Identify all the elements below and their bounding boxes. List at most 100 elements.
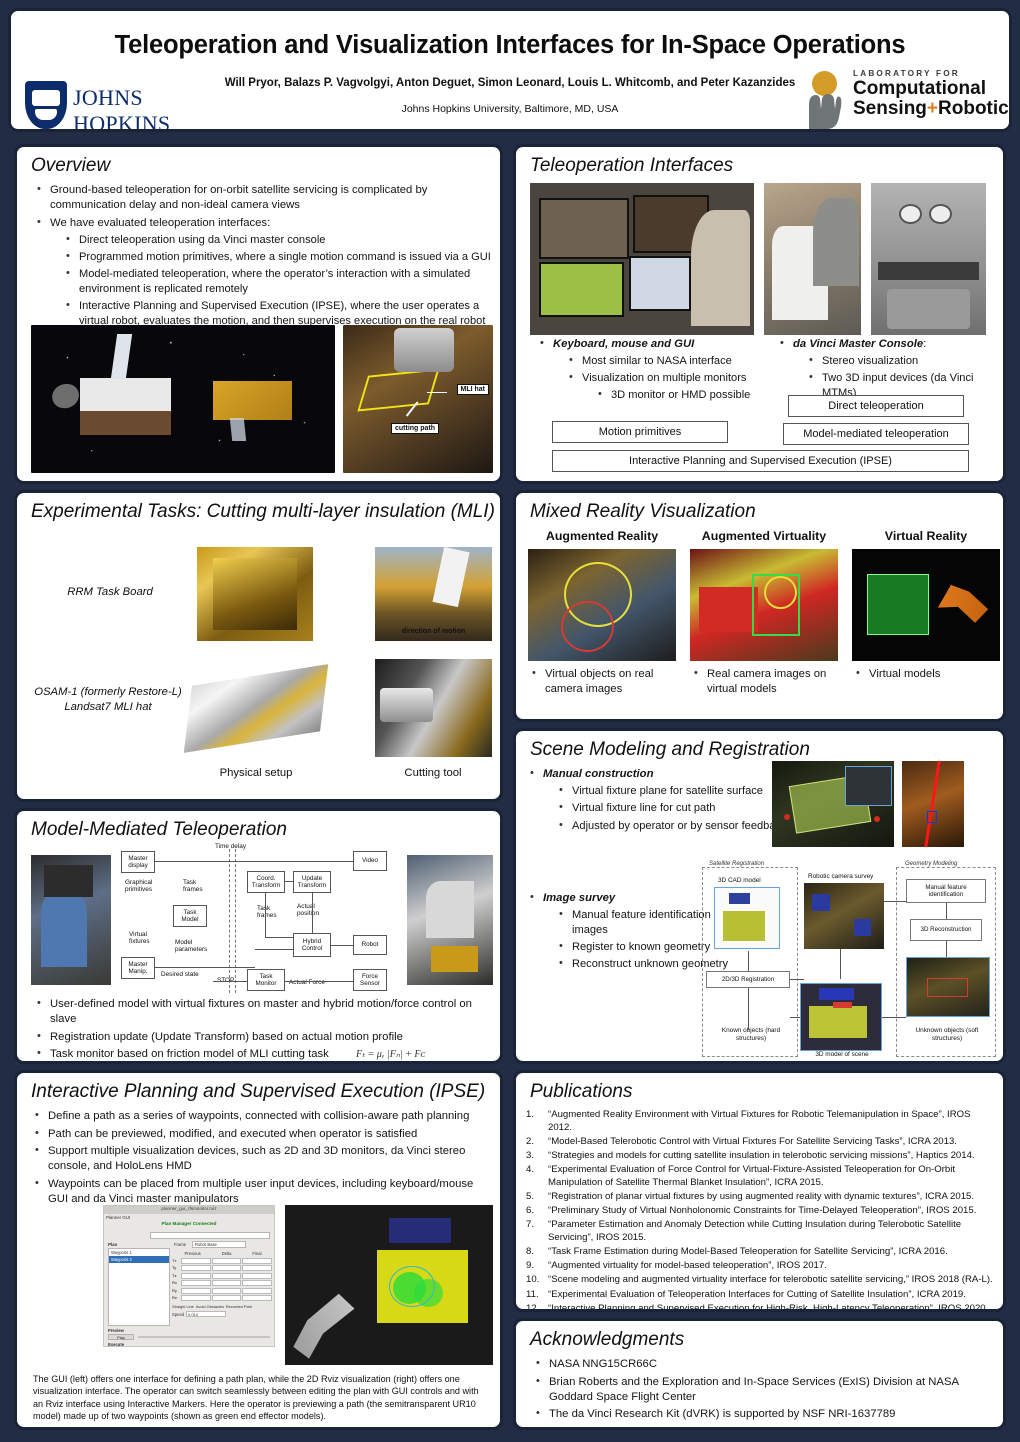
jhu-wordmark: JOHNS HOPKINS UNIVERSITY: [73, 85, 235, 132]
section-mixed-reality: Mixed Reality Visualization Augmented Re…: [513, 490, 1006, 722]
list-item: Registration update (Update Transform) b…: [35, 1029, 485, 1045]
cell[interactable]: [211, 1265, 242, 1272]
list-item: Define a path as a series of waypoints, …: [33, 1108, 485, 1124]
option-straight-line[interactable]: Straight Line: [172, 1304, 194, 1309]
cell[interactable]: [242, 1287, 273, 1294]
control-point-icon: [784, 814, 791, 821]
cell[interactable]: [242, 1265, 273, 1272]
mli-hat-shape: [183, 663, 329, 753]
section-teleoperation-interfaces: Teleoperation Interfaces • Keyboard, mou…: [513, 144, 1006, 484]
frame-select[interactable]: Robot Base: [192, 1241, 246, 1248]
time-delay-divider: [235, 849, 236, 993]
flow-line: [285, 881, 293, 882]
cell[interactable]: [242, 1272, 273, 1279]
preview-label: Preview: [108, 1328, 124, 1333]
list-item: Virtual objects on real camera images: [530, 666, 676, 697]
geometry-modeling-label: Geometry Modeling: [902, 861, 961, 867]
box-direct-teleoperation[interactable]: Direct teleoperation: [788, 395, 964, 417]
path-options[interactable]: Straight Line Avoid Obstacles Recorded P…: [172, 1304, 272, 1309]
eyepiece-icon: [928, 204, 952, 225]
cell[interactable]: [242, 1294, 273, 1301]
interactive-marker-ring[interactable]: [389, 1265, 435, 1308]
list-item: NASA NNG15CR66C: [534, 1356, 986, 1372]
av-heading: Augmented Virtuality: [701, 529, 827, 543]
list-item: 3D monitor or HMD possible: [596, 387, 758, 403]
robot-arm-shape: [425, 881, 475, 939]
gui-menubar: Planner GUI: [106, 1215, 131, 1220]
table-row[interactable]: Tz: [172, 1272, 273, 1279]
cell[interactable]: [242, 1280, 273, 1287]
list-item: da Vinci Master Console: Stereo visualiz…: [778, 336, 998, 401]
row-label: Tx: [172, 1258, 177, 1263]
task-frames-label: Task frames: [183, 879, 203, 894]
camera-survey-thumb: [804, 883, 884, 949]
box-ipse[interactable]: Interactive Planning and Supervised Exec…: [552, 450, 969, 472]
option-avoid-obstacles[interactable]: Avoid Obstacles: [196, 1304, 224, 1309]
row-label: Ty: [172, 1265, 177, 1271]
rviz-screenshot[interactable]: [285, 1205, 493, 1365]
list-item[interactable]: Waypoint 1: [109, 1249, 169, 1256]
waypoint-list[interactable]: Waypoint 1 Waypoint 2: [108, 1248, 170, 1326]
table-row[interactable]: Rz: [172, 1294, 273, 1301]
monitor-shape: [538, 198, 629, 259]
list-item[interactable]: Waypoint 2: [109, 1256, 169, 1263]
waypoint-name-input[interactable]: [150, 1232, 270, 1239]
flow-line: [255, 949, 293, 950]
table-row[interactable]: Ty: [172, 1265, 273, 1272]
cell[interactable]: [211, 1287, 242, 1294]
publications-title: Publications: [530, 1081, 633, 1102]
armrest-shape: [877, 262, 980, 281]
pose-rows[interactable]: Tx Ty Tz Rx Ry Rz: [172, 1258, 273, 1302]
cell[interactable]: [181, 1272, 211, 1279]
list-item-label: We have evaluated teleoperation interfac…: [50, 216, 271, 229]
cell[interactable]: [211, 1294, 242, 1301]
box-motion-primitives[interactable]: Motion primitives: [552, 421, 728, 443]
flow-line: [790, 979, 804, 980]
table-row[interactable]: Tx: [172, 1258, 273, 1264]
cell[interactable]: [211, 1258, 242, 1264]
cell[interactable]: [242, 1258, 273, 1264]
preview-progress-bar[interactable]: [138, 1336, 270, 1338]
cad-model-thumb: [714, 887, 780, 949]
csr-wordmark: LABORATORY FOR Computational Sensing+Rob…: [853, 69, 1009, 119]
mmt-title: Model-Mediated Teleoperation: [31, 819, 287, 840]
cell[interactable]: [181, 1258, 211, 1264]
table-row[interactable]: Ry: [172, 1287, 273, 1294]
cell[interactable]: [181, 1294, 211, 1301]
reconstruction-box: 3D Reconstruction: [910, 919, 982, 941]
gui-status: Plan Manager Connected: [161, 1221, 217, 1226]
hybrid-control-box: Hybrid Control: [293, 933, 331, 957]
list-item: Model-mediated teleoperation, where the …: [64, 266, 500, 297]
master-manip-box: Master Manip.: [121, 957, 155, 979]
speed-input[interactable]: 0.010: [186, 1311, 226, 1317]
operator-shape: [691, 210, 750, 326]
box-model-mediated-teleoperation[interactable]: Model-mediated teleoperation: [783, 423, 969, 445]
table-row[interactable]: Rx: [172, 1280, 273, 1287]
red-line-overlay: [923, 761, 942, 847]
cell[interactable]: [211, 1272, 242, 1279]
cell[interactable]: [211, 1280, 242, 1287]
jhu-name: JOHNS HOPKINS: [73, 85, 171, 132]
planner-gui-screenshot[interactable]: planner_gui_rfsmonitor.rviz Planner GUI …: [103, 1205, 275, 1347]
affiliation: Johns Hopkins University, Baltimore, MD,…: [401, 103, 619, 115]
option-recorded-path[interactable]: Recorded Path: [226, 1304, 252, 1309]
teleop-left-column: Keyboard, mouse and GUI Most similar to …: [526, 336, 758, 405]
list-item: Virtual models: [854, 666, 1000, 682]
robot-arm-shape: [394, 327, 454, 373]
flow-line: [155, 967, 255, 968]
cell[interactable]: [181, 1287, 211, 1294]
play-button[interactable]: Play: [108, 1334, 134, 1340]
list-item: Task monitor based on friction model of …: [35, 1046, 485, 1061]
manual-construction-heading: Manual construction: [543, 768, 654, 780]
time-delay-label: Time delay: [215, 843, 247, 850]
list-item: Brian Roberts and the Exploration and In…: [534, 1374, 986, 1405]
poster-header: Teleoperation and Visualization Interfac…: [8, 8, 1012, 132]
satellite-body-shape: [809, 1006, 867, 1039]
mli-hat-annotated-image: MLI hat cutting path: [343, 325, 493, 473]
cell[interactable]: [181, 1265, 211, 1272]
satellite-registration-label: Satellite Registration: [706, 861, 768, 867]
task-monitor-box: Task Monitor: [247, 969, 285, 991]
list-item: Path can be previewed, modified, and exe…: [33, 1126, 485, 1142]
image-survey-heading: Image survey: [543, 892, 616, 904]
cell[interactable]: [181, 1280, 211, 1287]
